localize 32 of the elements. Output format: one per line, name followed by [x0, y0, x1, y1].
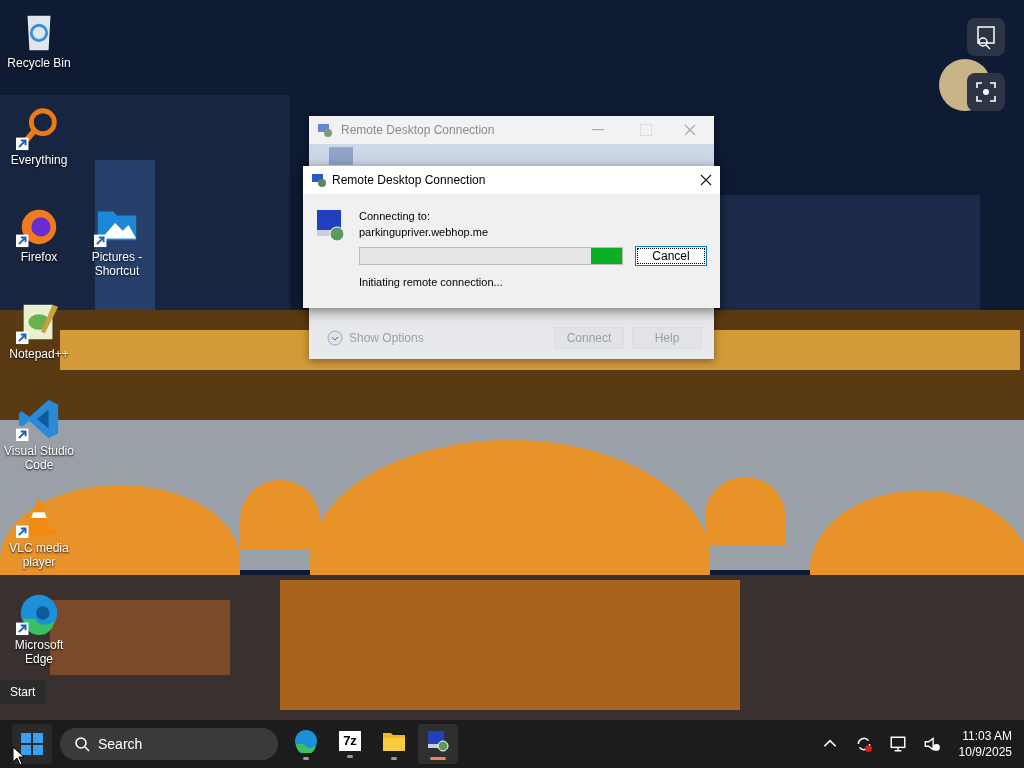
desktop-icon-label[interactable]: Microsoft Edge: [1, 638, 77, 666]
desktop-icon-label[interactable]: Recycle Bin: [1, 56, 77, 70]
remote-desktop-icon: [317, 122, 333, 138]
remote-desktop-icon: [311, 172, 327, 188]
status-text: Initiating remote connection...: [359, 275, 503, 290]
window-title: Remote Desktop Connection: [341, 123, 495, 137]
screenshot-icon[interactable]: [966, 72, 1006, 112]
taskbar-app[interactable]: 7z: [330, 724, 370, 764]
monitor-icon: [329, 147, 353, 165]
search-field[interactable]: Search: [60, 728, 278, 760]
close-icon[interactable]: [700, 174, 712, 186]
connecting-label: Connecting to:: [359, 209, 430, 224]
cursor-icon: [12, 746, 24, 766]
volume-muted-icon[interactable]: [922, 735, 941, 753]
image-search-icon[interactable]: [966, 17, 1006, 57]
dialog-title: Remote Desktop Connection: [332, 173, 486, 187]
cancel-button[interactable]: Cancel: [635, 246, 707, 266]
desktop-icon-label[interactable]: Everything: [1, 153, 77, 167]
taskbar-app[interactable]: [418, 724, 458, 764]
desktop-icon-label[interactable]: Notepad++: [1, 347, 77, 361]
start-icon[interactable]: [12, 724, 52, 764]
desktop-icon-label[interactable]: Pictures - Shortcut: [79, 250, 155, 278]
archive-icon: 7z: [339, 730, 361, 751]
network-icon[interactable]: [888, 735, 907, 753]
edge-icon: [294, 728, 318, 753]
remote-desktop-icon: [426, 728, 450, 753]
clock[interactable]: 11:03 AM 10/9/2025: [958, 728, 1012, 760]
host-name: parkingupriver.webhop.me: [359, 225, 489, 240]
search-icon: [74, 736, 90, 752]
chevron-icon: [327, 330, 343, 346]
tooltip: Start: [0, 680, 46, 704]
desktop-icon-label[interactable]: Firefox: [1, 250, 77, 264]
